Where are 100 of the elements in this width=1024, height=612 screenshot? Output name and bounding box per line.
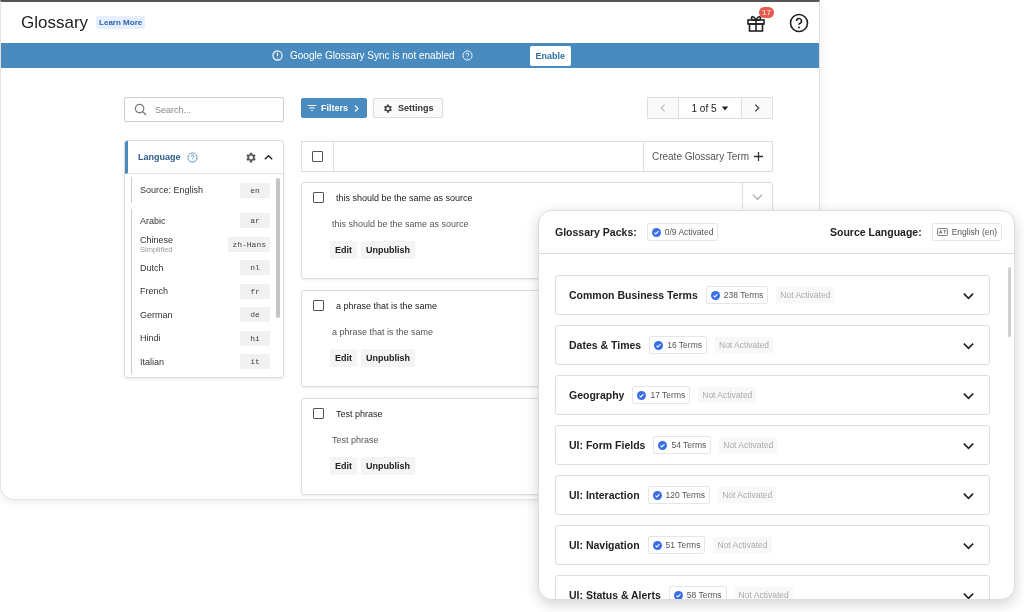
language-item[interactable]: Dutch nl	[131, 256, 276, 280]
language-icon	[936, 228, 948, 236]
language-code: nl	[240, 260, 270, 276]
verified-icon	[652, 540, 662, 550]
filter-icon	[307, 103, 317, 113]
packs-title: Glossary Packs:	[555, 226, 637, 238]
term-text: Test phrase	[336, 408, 383, 419]
caret-icon	[720, 104, 729, 112]
pack-name: Geography	[569, 389, 625, 401]
pack-name: UI: Status & Alerts	[569, 589, 661, 599]
term-checkbox[interactable]	[313, 192, 324, 203]
language-code: hi	[240, 330, 270, 346]
info-icon	[272, 50, 283, 61]
term-checkbox[interactable]	[313, 300, 324, 311]
select-all-checkbox[interactable]	[312, 151, 323, 162]
term-action-button[interactable]: Edit	[330, 349, 357, 367]
chevron-icon	[752, 103, 762, 113]
settings-icon	[382, 102, 393, 114]
pack-name: UI: Form Fields	[569, 439, 646, 451]
pack-name: Common Business Terms	[569, 289, 698, 301]
page-title: Glossary	[21, 12, 89, 33]
term-action-button[interactable]: Unpublish	[361, 457, 415, 475]
filters-button[interactable]: Filters	[301, 98, 367, 118]
language-code: zh-Hans	[228, 236, 270, 252]
term-count: 16 Terms	[649, 336, 707, 354]
pack-status: Not Activated	[734, 587, 793, 599]
pack-row[interactable]: UI: Form Fields 54 Terms Not Activated	[555, 425, 990, 465]
banner-message: Google Glossary Sync is not enabled	[290, 50, 455, 61]
chevron-icon	[352, 103, 361, 113]
pack-row[interactable]: Common Business Terms 238 Terms Not Activated	[555, 275, 990, 315]
verified-icon	[637, 390, 647, 400]
help-icon[interactable]	[789, 12, 809, 33]
language-code: ar	[240, 213, 270, 229]
language-code: de	[240, 307, 270, 323]
translation-text: this should be the same as source	[332, 219, 469, 229]
activated-count: 0/9 Activated	[646, 223, 719, 241]
search-icon	[134, 103, 147, 116]
term-count: 54 Terms	[653, 436, 712, 454]
page-dropdown[interactable]: 1 of 5	[679, 97, 741, 119]
verified-icon	[654, 340, 664, 350]
language-item[interactable]: Arabic ar	[131, 209, 276, 233]
language-name: Chinese	[140, 234, 174, 245]
language-item[interactable]: Hindi hi	[131, 326, 276, 350]
language-name: French	[140, 286, 168, 297]
language-name: German	[140, 309, 173, 320]
term-action-button[interactable]: Unpublish	[361, 241, 415, 259]
settings-icon[interactable]	[244, 150, 257, 164]
term-text: this should be the same as source	[336, 192, 473, 203]
language-code: fr	[240, 283, 270, 299]
term-text: a phrase that is the same	[336, 300, 438, 311]
pack-row[interactable]: UI: Status & Alerts 58 Terms Not Activated	[555, 575, 990, 599]
source-language-chip: English (en)	[931, 223, 1002, 241]
verified-icon	[710, 290, 720, 300]
verified-icon	[658, 440, 668, 450]
language-name: Arabic	[140, 215, 166, 226]
language-item[interactable]: German de	[131, 303, 276, 327]
translation-text: Test phrase	[332, 435, 379, 445]
learn-more-link[interactable]: Learn More	[96, 16, 146, 29]
language-item[interactable]: Italian it	[131, 350, 276, 374]
pack-name: UI: Interaction	[569, 489, 640, 501]
enable-button[interactable]: Enable	[529, 45, 572, 66]
scrollbar[interactable]	[276, 178, 280, 318]
pack-row[interactable]: UI: Navigation 51 Terms Not Activated	[555, 525, 990, 565]
language-code: en	[240, 182, 270, 198]
term-action-button[interactable]: Edit	[330, 241, 357, 259]
chevron-icon	[658, 103, 668, 113]
language-name: Dutch	[140, 262, 164, 273]
language-title: Language	[138, 152, 181, 162]
term-action-button[interactable]: Unpublish	[361, 349, 415, 367]
language-name: Hindi	[140, 333, 161, 344]
language-item[interactable]: Source: English en	[131, 177, 276, 203]
term-action-button[interactable]: Edit	[330, 457, 357, 475]
pack-row[interactable]: UI: Interaction 120 Terms Not Activated	[555, 475, 990, 515]
language-header[interactable]: Language	[125, 141, 283, 174]
pack-status: Not Activated	[718, 487, 777, 503]
verified-icon	[651, 227, 661, 237]
pack-status: Not Activated	[698, 387, 757, 403]
pack-status: Not Activated	[715, 337, 774, 353]
language-code: it	[240, 354, 270, 370]
pack-name: Dates & Times	[569, 339, 642, 351]
language-item[interactable]: French fr	[131, 279, 276, 303]
search-field[interactable]: Search...	[124, 97, 284, 122]
term-checkbox[interactable]	[313, 408, 324, 419]
term-count: 17 Terms	[632, 386, 691, 404]
verified-icon	[652, 490, 662, 500]
pack-name: UI: Navigation	[569, 539, 640, 551]
pack-status: Not Activated	[713, 537, 772, 553]
pack-row[interactable]: Geography 17 Terms Not Activated	[555, 375, 990, 415]
term-count: 120 Terms	[647, 486, 711, 504]
notification-badge: 17	[759, 6, 774, 18]
term-count: 238 Terms	[705, 286, 769, 304]
pack-row[interactable]: Dates & Times 16 Terms Not Activated	[555, 325, 990, 365]
term-count: 58 Terms	[668, 586, 727, 599]
language-name: Source: English	[140, 185, 204, 195]
pack-status: Not Activated	[719, 437, 778, 453]
term-count: 51 Terms	[647, 536, 706, 554]
scrollbar[interactable]	[1008, 267, 1011, 337]
settings-button[interactable]: Settings	[373, 98, 443, 118]
plus-icon	[753, 151, 764, 162]
pack-status: Not Activated	[776, 287, 835, 303]
